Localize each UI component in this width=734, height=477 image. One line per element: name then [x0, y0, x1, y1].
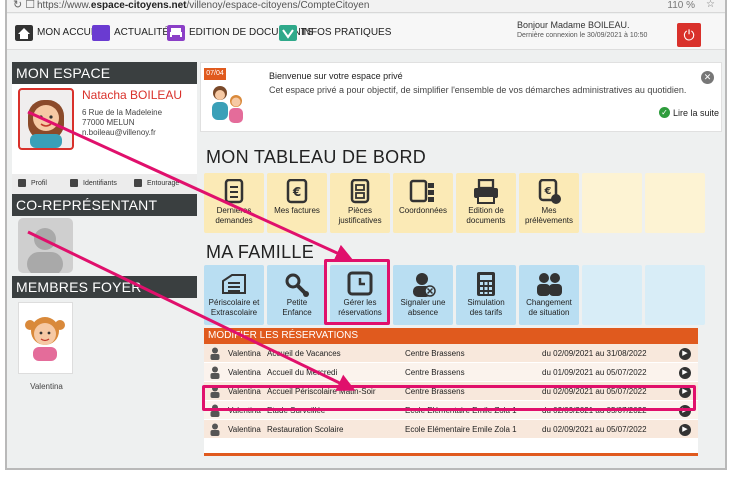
screenshot-root: ↻ ☐ https://www.espace-citoyens.net/vill… — [0, 0, 734, 477]
arrow-to-reservation-row — [27, 230, 356, 391]
arrow-to-reservations-tile — [27, 110, 354, 262]
annotation-arrows — [27, 110, 356, 391]
